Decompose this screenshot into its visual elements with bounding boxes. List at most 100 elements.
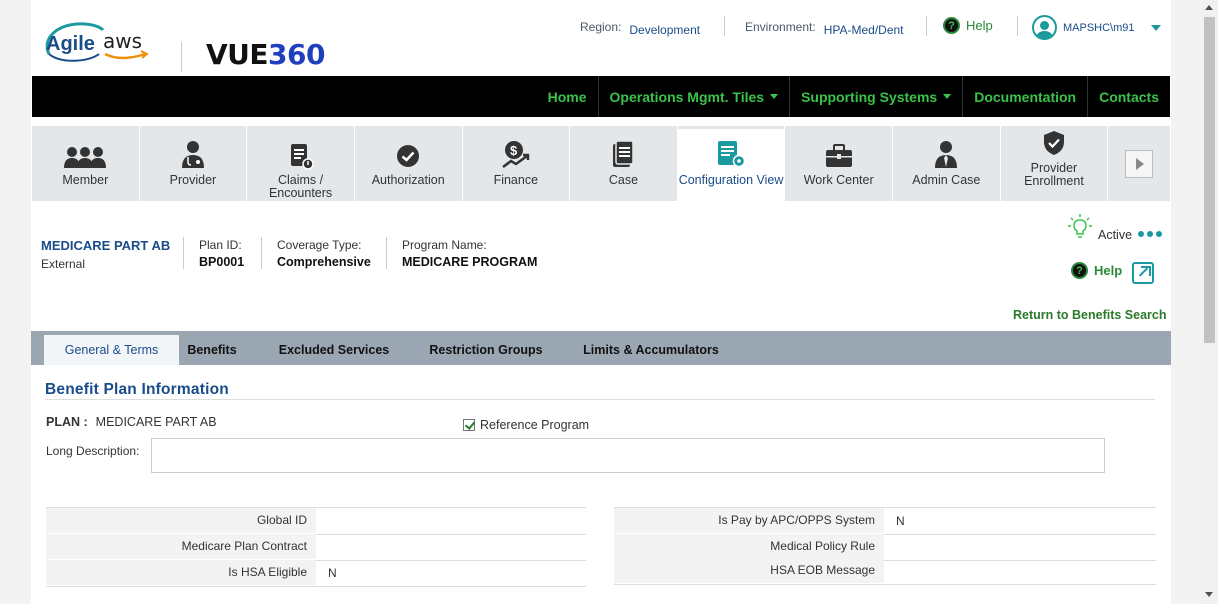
tile-authorization[interactable]: Authorization	[354, 126, 462, 201]
field-row: HSA EOB Message	[614, 558, 1156, 583]
tile-label: Configuration View	[678, 173, 784, 187]
region-value: Development	[629, 23, 701, 37]
checkmark-circle-icon	[396, 126, 420, 174]
reference-program-checkbox[interactable]	[463, 419, 475, 431]
tile-provider[interactable]: Provider	[139, 126, 247, 201]
question-icon: ?	[1071, 262, 1088, 279]
nav-supporting-label: Supporting Systems	[801, 88, 938, 105]
long-description-field[interactable]	[151, 438, 1105, 473]
vue360-logo[interactable]: VUE360	[206, 38, 325, 71]
nav-documentation-label: Documentation	[974, 88, 1077, 105]
nav-contacts-label: Contacts	[1099, 88, 1159, 105]
environment-label: Environment:	[745, 20, 816, 34]
tab-benefits[interactable]: Benefits	[179, 335, 245, 365]
scrollbar-thumb[interactable]	[1204, 17, 1215, 343]
tile-label: Authorization	[371, 173, 445, 187]
tile-admin-case[interactable]: Admin Case	[893, 126, 1000, 201]
summary-divider	[183, 237, 184, 269]
tile-finance[interactable]: $ Finance	[462, 126, 570, 201]
tab-limits-accumulators[interactable]: Limits & Accumulators	[576, 335, 726, 365]
dollar-growth-icon: $	[501, 126, 531, 174]
tile-claims-encounters[interactable]: Claims / Encounters	[247, 126, 354, 201]
is-hsa-eligible-label: Is HSA Eligible	[46, 560, 316, 585]
medicare-plan-contract-value	[316, 534, 586, 559]
tab-bar: General & Terms Benefits Excluded Servic…	[31, 331, 1171, 365]
briefcase-icon	[825, 126, 853, 174]
svg-text:$: $	[510, 143, 518, 158]
tab-excluded-services[interactable]: Excluded Services	[270, 335, 398, 365]
field-row: Global ID	[46, 508, 586, 533]
tile-case[interactable]: Case	[570, 126, 677, 201]
reference-program-label: Reference Program	[480, 418, 590, 432]
header-divider	[926, 16, 927, 36]
main-nav: Home Operations Mgmt. Tiles Supporting S…	[32, 76, 1170, 117]
tile-label: Provider Enrollment	[1024, 161, 1084, 188]
tile-provider-enrollment[interactable]: Provider Enrollment	[1000, 126, 1108, 201]
global-id-value	[316, 508, 586, 533]
tile-label: Case	[608, 173, 639, 187]
status-indicator: Active	[1068, 214, 1163, 242]
field-row: Medicare Plan Contract	[46, 534, 586, 559]
nav-supporting-systems[interactable]: Supporting Systems	[789, 76, 962, 117]
is-hsa-eligible-value: N	[328, 566, 337, 580]
section-divider	[45, 399, 1155, 400]
plan-field: PLAN : MEDICARE PART AB	[46, 415, 217, 429]
tile-label: Provider	[169, 173, 217, 187]
vue-360-text: 360	[268, 38, 325, 71]
nav-home-label: Home	[547, 88, 587, 105]
nav-operations-label: Operations Mgmt. Tiles	[609, 88, 765, 105]
tile-configuration-view[interactable]: Configuration View	[677, 126, 785, 201]
vertical-scrollbar[interactable]	[1201, 0, 1218, 604]
popout-icon[interactable]	[1132, 262, 1154, 284]
nav-operations-mgmt-tiles[interactable]: Operations Mgmt. Tiles	[597, 76, 790, 117]
chevron-down-icon	[1150, 24, 1161, 31]
nav-home[interactable]: Home	[537, 76, 598, 117]
plan-help-label: Help	[1094, 263, 1123, 278]
plan-name: MEDICARE PART AB	[41, 238, 171, 253]
hsa-eob-message-label: HSA EOB Message	[614, 558, 884, 583]
tab-general-terms[interactable]: General & Terms	[44, 335, 179, 365]
tile-member[interactable]: Member	[32, 126, 139, 201]
tile-label: Claims / Encounters	[268, 173, 333, 200]
medicare-plan-contract-label: Medicare Plan Contract	[46, 534, 316, 559]
agile-aws-logo[interactable]: Agile aws	[41, 18, 153, 66]
section-title: Benefit Plan Information	[45, 381, 229, 398]
reference-program-field: Reference Program	[463, 418, 589, 432]
tile-label: Admin Case	[912, 173, 981, 187]
module-tiles: Member Provider Claims / Encounters Auth…	[32, 126, 1171, 201]
grid-divider	[46, 586, 586, 587]
summary-divider	[386, 237, 387, 269]
tile-work-center[interactable]: Work Center	[785, 126, 892, 201]
chevron-down-icon	[770, 94, 779, 99]
field-row: Is Pay by APC/OPPS System N	[614, 508, 1156, 533]
tiles-next-button[interactable]	[1125, 149, 1154, 178]
environment-value: HPA-Med/Dent	[823, 23, 904, 37]
config-document-icon	[716, 129, 746, 174]
more-options-icon[interactable]	[1138, 231, 1163, 237]
coverage-type-label: Coverage Type:	[277, 238, 362, 252]
global-id-label: Global ID	[46, 508, 316, 533]
user-menu[interactable]: MAPSHC\m91	[1032, 15, 1161, 40]
tile-label: Work Center	[803, 173, 874, 187]
environment-info: Environment: HPA-Med/Dent	[745, 20, 904, 37]
scroll-down-icon[interactable]	[1205, 592, 1213, 597]
scroll-up-icon[interactable]	[1205, 5, 1213, 10]
header-help-link[interactable]: ? Help	[943, 17, 993, 34]
medical-policy-rule-value	[884, 534, 1156, 559]
is-pay-by-apc-opps-value: N	[896, 514, 905, 528]
is-pay-by-apc-opps-label: Is Pay by APC/OPPS System	[614, 508, 884, 533]
question-icon: ?	[943, 17, 960, 34]
plan-help-link[interactable]: ? Help	[1071, 262, 1122, 279]
nav-documentation[interactable]: Documentation	[962, 76, 1087, 117]
nav-contacts[interactable]: Contacts	[1087, 76, 1170, 117]
plan-field-value: MEDICARE PART AB	[95, 415, 217, 429]
avatar-icon	[1032, 15, 1057, 40]
program-name-value: MEDICARE PROGRAM	[402, 255, 538, 269]
return-to-benefits-search-link[interactable]: Return to Benefits Search	[1013, 308, 1167, 322]
lightbulb-icon	[1068, 214, 1092, 238]
tab-restriction-groups[interactable]: Restriction Groups	[422, 335, 550, 365]
field-row: Is HSA Eligible N	[46, 560, 586, 585]
admin-person-icon	[934, 126, 958, 174]
status-text: Active	[1098, 228, 1133, 242]
username: MAPSHC\m91	[1063, 21, 1135, 34]
